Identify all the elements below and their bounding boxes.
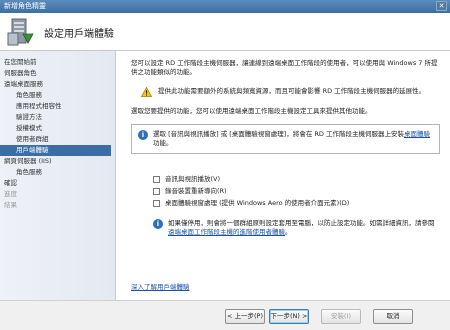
warning-text: 提供此功能需要額外的系統與頻寬資源，而且可能會影響 RD 工作階段主機伺服器的延… <box>158 87 426 95</box>
sidebar-item-server-roles[interactable]: 伺服器角色 <box>0 68 115 79</box>
desktop-composition-label[interactable]: 桌面體驗視窗處理 (提供 Windows Aero 的使用者介面元素)(D) <box>165 199 349 208</box>
info-icon: i <box>138 130 148 140</box>
info-text: 選取 [音訊與視訊播放] 或 [桌面體驗視窗處理]，將會在 RD 工作階段主機伺… <box>153 130 404 138</box>
server-role-icon <box>7 18 34 46</box>
sidebar-item-role-services[interactable]: 角色服務 <box>0 90 115 101</box>
sidebar-item-authentication-method[interactable]: 驗證方法 <box>0 112 115 123</box>
wizard-steps: 在您開始前 伺服器角色 遠端桌面服務 角色服務 應用程式相容性 驗證方法 授權模… <box>0 51 116 300</box>
close-icon: ✕ <box>438 2 445 10</box>
sidebar-item-user-groups[interactable]: 使用者群組 <box>0 134 115 145</box>
desktop-experience-link[interactable]: 桌面體驗 <box>404 130 430 138</box>
sidebar-item-progress: 進度 <box>4 190 17 198</box>
cancel-button[interactable]: 取消 <box>373 309 413 324</box>
audio-recording-checkbox[interactable] <box>153 188 160 195</box>
warning-icon <box>141 87 152 97</box>
page-title: 設定用戶端體驗 <box>44 29 114 40</box>
sidebar-item-web-server-iis[interactable]: 網頁伺服器 (IIS) <box>0 156 115 167</box>
info-suffix: 功能。 <box>153 139 173 147</box>
info-box: i 選取 [音訊與視訊播放] 或 [桌面體驗視窗處理]，將會在 RD 工作階段主… <box>131 124 440 154</box>
close-button[interactable]: ✕ <box>436 1 447 11</box>
audio-recording-label[interactable]: 錄音裝置重新導向(R) <box>165 187 227 196</box>
sidebar-item-licensing-mode[interactable]: 授權模式 <box>0 123 115 134</box>
install-button: 安裝(I) <box>321 309 361 324</box>
sidebar-item-client-experience[interactable]: 用戶端體驗 <box>0 145 111 156</box>
info-icon: i <box>153 219 163 229</box>
sidebar-item-app-compatibility[interactable]: 應用程式相容性 <box>0 101 115 112</box>
desktop-composition-checkbox[interactable] <box>153 200 160 207</box>
wizard-content: 您可以設定 RD 工作階段主機伺服器，讓連線到遠端桌面工作階段的使用者，可以使用… <box>117 51 450 300</box>
note-text: 如果僅停用，則會將一個群組原則設定套用至電腦，以防止設定功能。如需詳細資訊，請參… <box>168 219 435 227</box>
next-button[interactable]: 下一步(N) > <box>269 309 309 324</box>
sidebar-item-iis-role-services[interactable]: 角色服務 <box>0 167 115 178</box>
back-button[interactable]: < 上一步(P) <box>225 309 265 324</box>
wizard-header: 設定用戶端體驗 <box>0 13 450 51</box>
note-body: 如果僅停用，則會將一個群組原則設定套用至電腦，以防止設定功能。如需詳細資訊，請參… <box>168 219 440 237</box>
warning-message: 提供此功能需要額外的系統與頻寬資源，而且可能會影響 RD 工作階段主機伺服器的延… <box>141 87 440 97</box>
audio-video-label[interactable]: 音訊與視訊播放(V) <box>165 175 220 184</box>
checkbox-row-audio-video[interactable]: 音訊與視訊播放(V) <box>153 174 440 185</box>
sidebar-item-results: 結果 <box>4 201 17 209</box>
window-title: 新增角色精靈 <box>4 2 46 10</box>
note-message: i 如果僅停用，則會將一個群組原則設定套用至電腦，以防止設定功能。如需詳細資訊，… <box>153 219 440 237</box>
info-message: 選取 [音訊與視訊播放] 或 [桌面體驗視窗處理]，將會在 RD 工作階段主機伺… <box>153 130 433 148</box>
checkbox-row-desktop-composition[interactable]: 桌面體驗視窗處理 (提供 Windows Aero 的使用者介面元素)(D) <box>153 198 440 209</box>
advanced-experience-link[interactable]: 遠端桌面工作階段主機的進階使用者體驗 <box>168 228 285 236</box>
wizard-footer: < 上一步(P) 下一步(N) > 安裝(I) 取消 <box>0 300 450 330</box>
sidebar-item-confirmation[interactable]: 確認 <box>0 178 115 189</box>
sidebar-item-remote-desktop-services[interactable]: 遠端桌面服務 <box>0 79 115 90</box>
intro-text: 您可以設定 RD 工作階段主機伺服器，讓連線到遠端桌面工作階段的使用者，可以使用… <box>131 59 438 76</box>
checkbox-row-audio-recording[interactable]: 錄音裝置重新導向(R) <box>153 186 440 197</box>
feature-checkboxes: 音訊與視訊播放(V) 錄音裝置重新導向(R) 桌面體驗視窗處理 (提供 Wind… <box>153 174 440 209</box>
audio-video-checkbox[interactable] <box>153 176 160 183</box>
sidebar-item-before-you-begin[interactable]: 在您開始前 <box>0 57 115 68</box>
select-prompt: 選取您要提供的功能，您可以使用遠端桌面工作階段主機設定工具來提供其他功能。 <box>131 107 372 115</box>
learn-more-link[interactable]: 深入了解用戶端體驗 <box>131 283 190 292</box>
window-titlebar[interactable]: 新增角色精靈 ✕ <box>0 0 450 13</box>
note-suffix: 。 <box>285 228 292 236</box>
